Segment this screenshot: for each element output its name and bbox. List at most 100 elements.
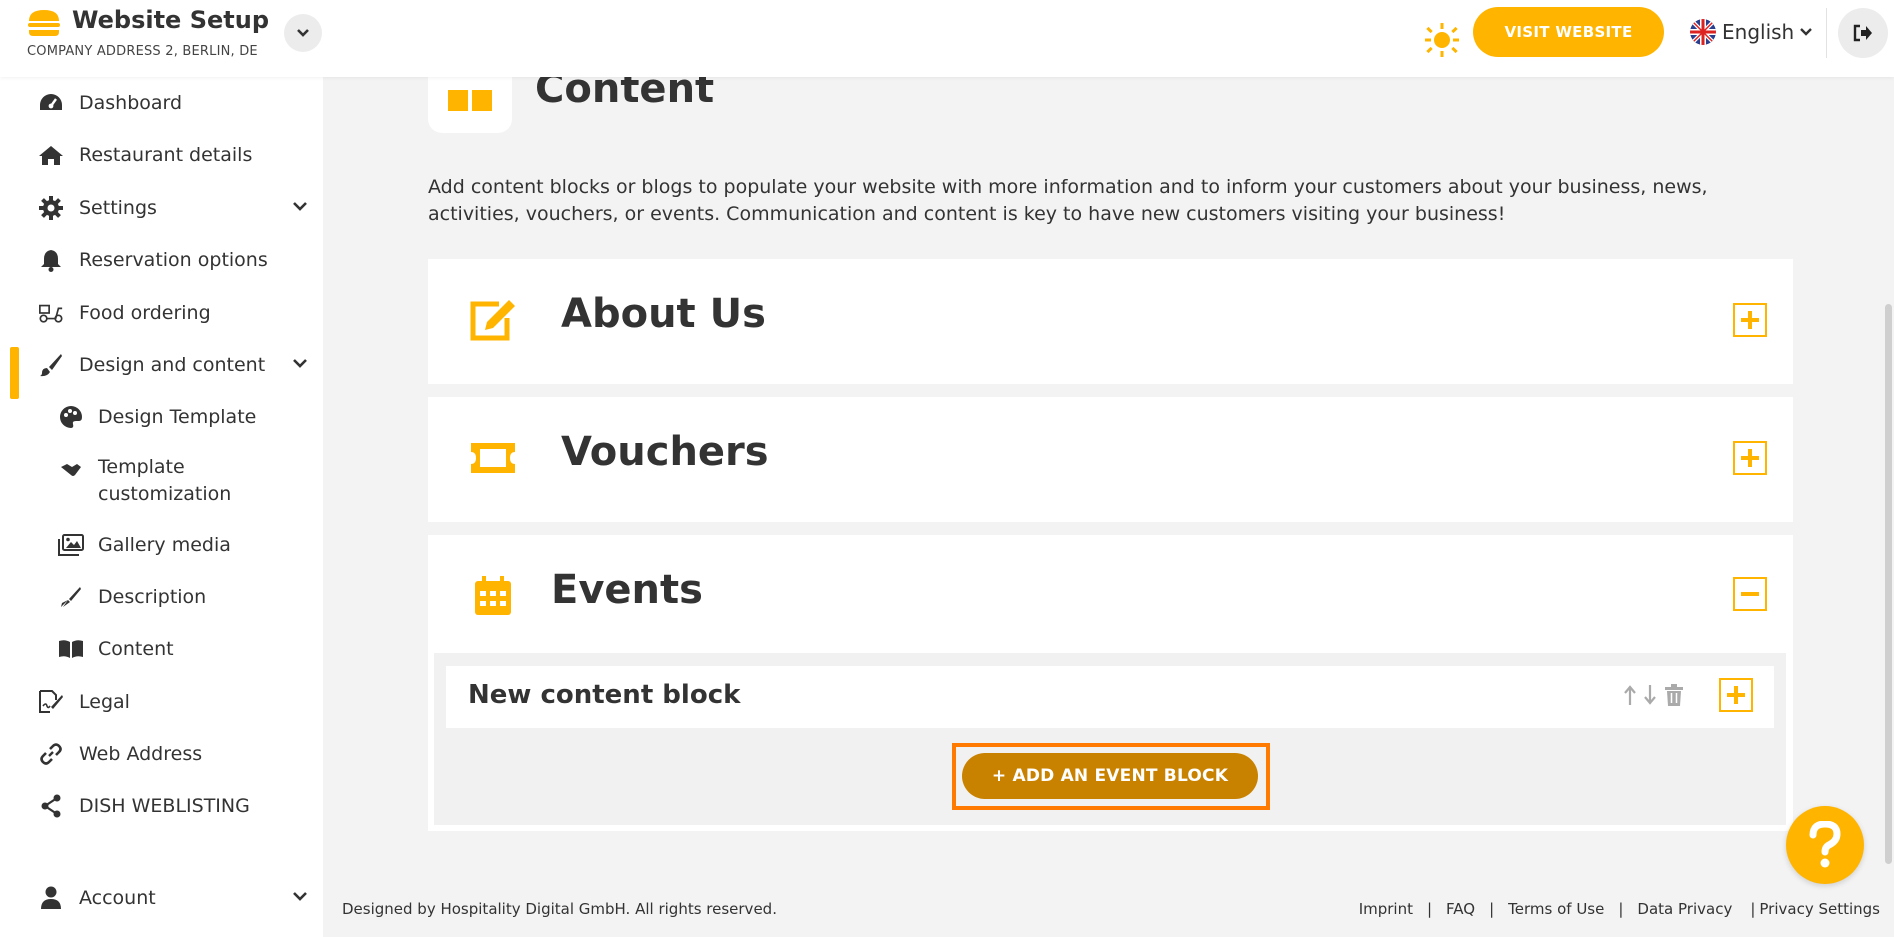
sidebar-item-label: Reservation options	[79, 249, 268, 271]
arrow-down-icon[interactable]	[1644, 684, 1656, 706]
footer-link-data-privacy[interactable]: Data Privacy	[1637, 900, 1732, 918]
sidebar-item-dashboard[interactable]: Dashboard	[0, 81, 323, 125]
link-icon	[38, 741, 64, 767]
separator: |	[1426, 900, 1433, 918]
images-icon	[58, 532, 84, 558]
gear-icon	[38, 195, 64, 221]
sidebar-item-label: Design Template	[98, 406, 257, 428]
sidebar-item-label: Settings	[79, 197, 157, 219]
footer-link-imprint[interactable]: Imprint	[1359, 900, 1413, 918]
separator: |	[1750, 900, 1756, 918]
burger-logo-icon	[28, 10, 60, 36]
palette-icon	[58, 404, 84, 430]
dashboard-icon	[38, 90, 64, 116]
panel-vouchers: Vouchers	[428, 397, 1793, 522]
home-icon	[38, 142, 64, 168]
arrow-up-icon[interactable]	[1624, 684, 1636, 706]
expand-button[interactable]	[1733, 303, 1767, 337]
sidebar-item-label: Restaurant details	[79, 144, 253, 166]
sidebar-item-design-template[interactable]: Design Template	[0, 395, 323, 439]
add-event-block-button[interactable]: + ADD AN EVENT BLOCK	[962, 753, 1258, 799]
chevron-down-icon	[293, 892, 307, 901]
brush-icon	[38, 352, 64, 378]
expand-block-button[interactable]	[1719, 678, 1753, 712]
panel-title: Events	[551, 567, 703, 613]
intro-text: Add content blocks or blogs to populate …	[428, 176, 1708, 225]
footer-links: Imprint | FAQ | Terms of Use | Data Priv…	[1359, 900, 1880, 918]
sidebar-item-legal[interactable]: Legal	[0, 680, 323, 724]
chevron-down-icon	[293, 202, 307, 211]
edit-icon	[468, 295, 518, 345]
book-icon	[58, 636, 84, 662]
sidebar-item-restaurant-details[interactable]: Restaurant details	[0, 133, 323, 177]
chevron-down-icon	[297, 29, 309, 37]
panel-about-us: About Us	[428, 259, 1793, 384]
content-block-title: New content block	[468, 680, 741, 710]
language-label: English	[1722, 20, 1795, 44]
bell-icon	[38, 247, 64, 273]
content-block-row: New content block	[446, 666, 1774, 728]
sidebar-item-label: Account	[79, 887, 156, 909]
help-button[interactable]	[1786, 806, 1864, 884]
pen-icon	[58, 584, 84, 610]
sidebar-item-content[interactable]: Content	[0, 627, 323, 671]
sidebar-item-template-customization[interactable]: Template customization	[0, 447, 323, 517]
sidebar-item-gallery-media[interactable]: Gallery media	[0, 523, 323, 567]
company-address: COMPANY ADDRESS 2, BERLIN, DE	[27, 44, 258, 59]
ticket-icon	[468, 433, 518, 483]
panel-title: Vouchers	[561, 429, 769, 475]
venue-dropdown-button[interactable]	[284, 14, 322, 52]
signature-icon	[38, 689, 64, 715]
sidebar-item-label: Design and content	[79, 354, 266, 376]
scooter-icon	[38, 300, 64, 326]
book-icon	[448, 90, 492, 111]
trash-icon[interactable]	[1664, 684, 1684, 706]
sidebar-item-label: Food ordering	[79, 302, 211, 324]
sidebar-item-account[interactable]: Account	[0, 876, 323, 920]
theme-toggle-moon-sun-icon[interactable]	[1386, 18, 1462, 62]
plus-icon	[1741, 449, 1759, 467]
user-icon	[38, 885, 64, 911]
sidebar-item-food-ordering[interactable]: Food ordering	[0, 291, 323, 335]
handshake-icon	[58, 457, 84, 483]
scrollbar-thumb[interactable]	[1885, 304, 1892, 864]
footer-copyright: Designed by Hospitality Digital GmbH. Al…	[342, 900, 777, 918]
sidebar-item-label: Gallery media	[98, 534, 231, 556]
sidebar-item-description[interactable]: Description	[0, 575, 323, 619]
separator: |	[1489, 900, 1495, 918]
plus-icon	[1741, 311, 1759, 329]
language-selector[interactable]: English	[1690, 18, 1813, 46]
sidebar-item-design-and-content[interactable]: Design and content	[0, 343, 323, 387]
uk-flag-icon	[1690, 19, 1716, 45]
sidebar-item-web-address[interactable]: Web Address	[0, 732, 323, 776]
visit-website-button[interactable]: VISIT WEBSITE	[1473, 7, 1664, 57]
logout-icon	[1853, 24, 1872, 42]
panel-title: About Us	[561, 291, 766, 337]
expand-button[interactable]	[1733, 441, 1767, 475]
separator: |	[1618, 900, 1624, 918]
sidebar-item-label: Legal	[79, 691, 130, 713]
sidebar-item-label: Web Address	[79, 743, 203, 765]
collapse-button[interactable]	[1733, 577, 1767, 611]
sidebar: Dashboard Restaurant details Settings Re…	[0, 77, 323, 937]
question-mark-icon	[1809, 821, 1841, 868]
chevron-down-icon	[293, 359, 307, 368]
top-header: Website Setup COMPANY ADDRESS 2, BERLIN,…	[0, 0, 1894, 77]
sidebar-item-label: Template customization	[98, 456, 232, 505]
sidebar-item-settings[interactable]: Settings	[0, 186, 323, 230]
sidebar-item-reservation-options[interactable]: Reservation options	[0, 238, 323, 282]
footer-link-privacy-settings[interactable]: Privacy Settings	[1759, 900, 1880, 918]
plus-icon	[1727, 686, 1745, 704]
share-icon	[38, 793, 64, 819]
calendar-icon	[468, 571, 518, 621]
minus-icon	[1741, 592, 1759, 596]
sidebar-item-label: Dashboard	[79, 92, 183, 114]
logout-button[interactable]	[1838, 8, 1888, 58]
footer-link-terms[interactable]: Terms of Use	[1508, 900, 1604, 918]
row-tools	[1624, 684, 1684, 706]
sidebar-item-label: Content	[98, 638, 174, 660]
sidebar-item-label: DISH WEBLISTING	[79, 795, 250, 817]
footer-link-faq[interactable]: FAQ	[1446, 900, 1475, 918]
sidebar-item-label: Description	[98, 586, 207, 608]
sidebar-item-dish-weblisting[interactable]: DISH WEBLISTING	[0, 784, 323, 828]
